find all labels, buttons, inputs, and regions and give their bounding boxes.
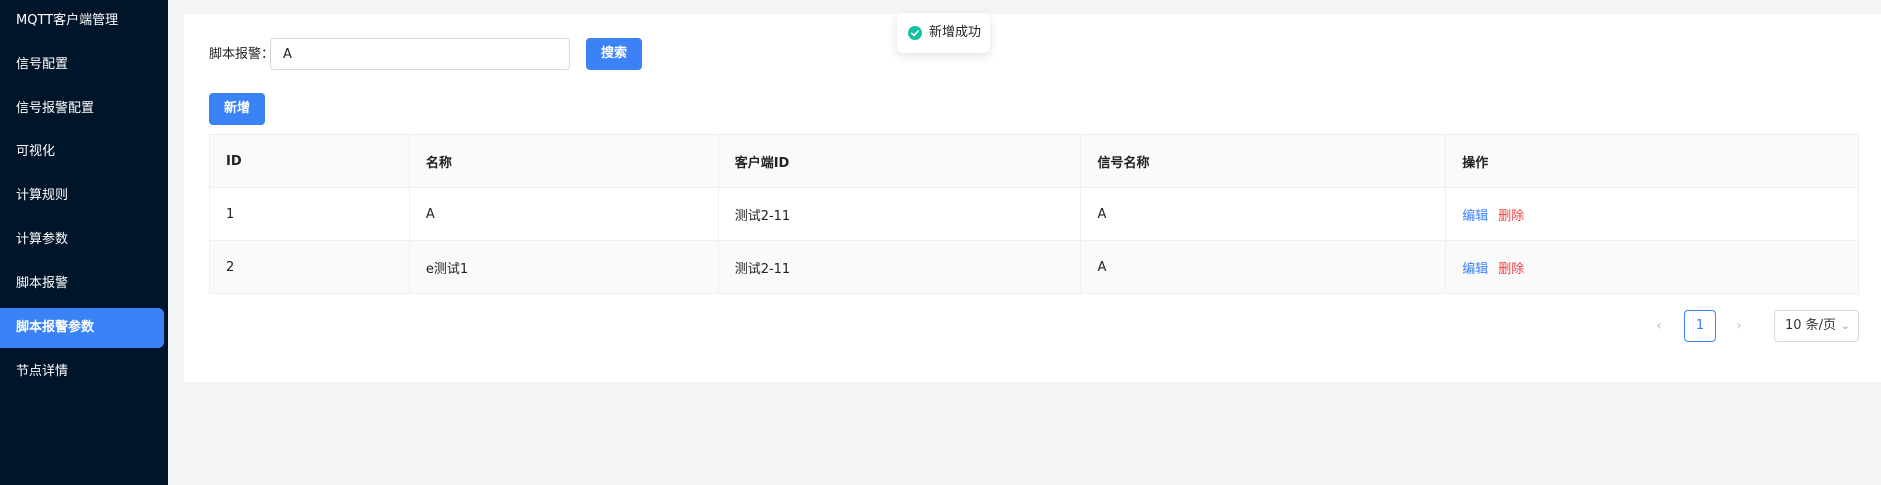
edit-link[interactable]: 编辑 — [1462, 209, 1488, 224]
search-input[interactable] — [270, 38, 570, 70]
data-table: ID 名称 客户端ID 信号名称 操作 1 A 测试2-11 A 编辑 删除 2 … — [209, 134, 1859, 294]
table-row: 2 e测试1 测试2-11 A 编辑 删除 — [209, 240, 1859, 294]
sidebar-item-mqtt-client[interactable]: MQTT客户端管理 — [0, 1, 164, 41]
sidebar-item-script-alarm[interactable]: 脚本报警 — [0, 264, 164, 304]
chevron-right-icon[interactable]: › — [1724, 311, 1754, 341]
table-header-row: ID 名称 客户端ID 信号名称 操作 — [209, 134, 1859, 188]
sidebar-item-script-alarm-params[interactable]: 脚本报警参数 — [0, 308, 164, 348]
success-toast: 新增成功 — [897, 13, 990, 53]
chevron-down-icon: ⌄ — [1840, 319, 1850, 332]
cell-id: 1 — [209, 187, 410, 241]
edit-link[interactable]: 编辑 — [1462, 262, 1488, 277]
sidebar-item-calc-rules[interactable]: 计算规则 — [0, 176, 164, 216]
page-number-button[interactable]: 1 — [1684, 310, 1716, 342]
cell-signal-name: A — [1080, 187, 1447, 241]
page-size-select[interactable]: 10 条/页 ⌄ — [1774, 310, 1859, 342]
chevron-left-icon[interactable]: ‹ — [1644, 311, 1674, 341]
cell-actions: 编辑 删除 — [1445, 187, 1859, 241]
sidebar-item-calc-params[interactable]: 计算参数 — [0, 220, 164, 260]
cell-client-id: 测试2-11 — [718, 240, 1082, 294]
delete-link[interactable]: 删除 — [1498, 262, 1524, 277]
cell-actions: 编辑 删除 — [1445, 240, 1859, 294]
column-header-name: 名称 — [409, 134, 719, 188]
cell-name: e测试1 — [409, 240, 719, 294]
cell-name: A — [409, 187, 719, 241]
sidebar-item-visualization[interactable]: 可视化 — [0, 132, 164, 172]
table-row: 1 A 测试2-11 A 编辑 删除 — [209, 187, 1859, 241]
search-label: 脚本报警： — [209, 47, 275, 62]
delete-link[interactable]: 删除 — [1498, 209, 1524, 224]
check-circle-icon — [908, 26, 922, 40]
page-size-value: 10 条/页 — [1785, 318, 1837, 333]
cell-signal-name: A — [1080, 240, 1447, 294]
column-header-client-id: 客户端ID — [718, 134, 1082, 188]
toast-message: 新增成功 — [929, 25, 982, 40]
sidebar: MQTT客户端管理 信号配置 信号报警配置 可视化 计算规则 计算参数 脚本报警… — [0, 0, 168, 485]
cell-id: 2 — [209, 240, 410, 294]
column-header-actions: 操作 — [1445, 134, 1859, 188]
search-button[interactable]: 搜索 — [586, 38, 642, 70]
column-header-signal-name: 信号名称 — [1080, 134, 1447, 188]
cell-client-id: 测试2-11 — [718, 187, 1082, 241]
sidebar-item-signal-alarm-config[interactable]: 信号报警配置 — [0, 89, 164, 129]
content-card: 脚本报警： 搜索 新增 ID 名称 客户端ID 信号名称 操作 1 A 测试2-… — [184, 14, 1881, 382]
sidebar-item-signal-config[interactable]: 信号配置 — [0, 45, 164, 85]
sidebar-item-node-details[interactable]: 节点详情 — [0, 352, 164, 392]
column-header-id: ID — [209, 134, 410, 188]
add-button[interactable]: 新增 — [209, 93, 265, 125]
